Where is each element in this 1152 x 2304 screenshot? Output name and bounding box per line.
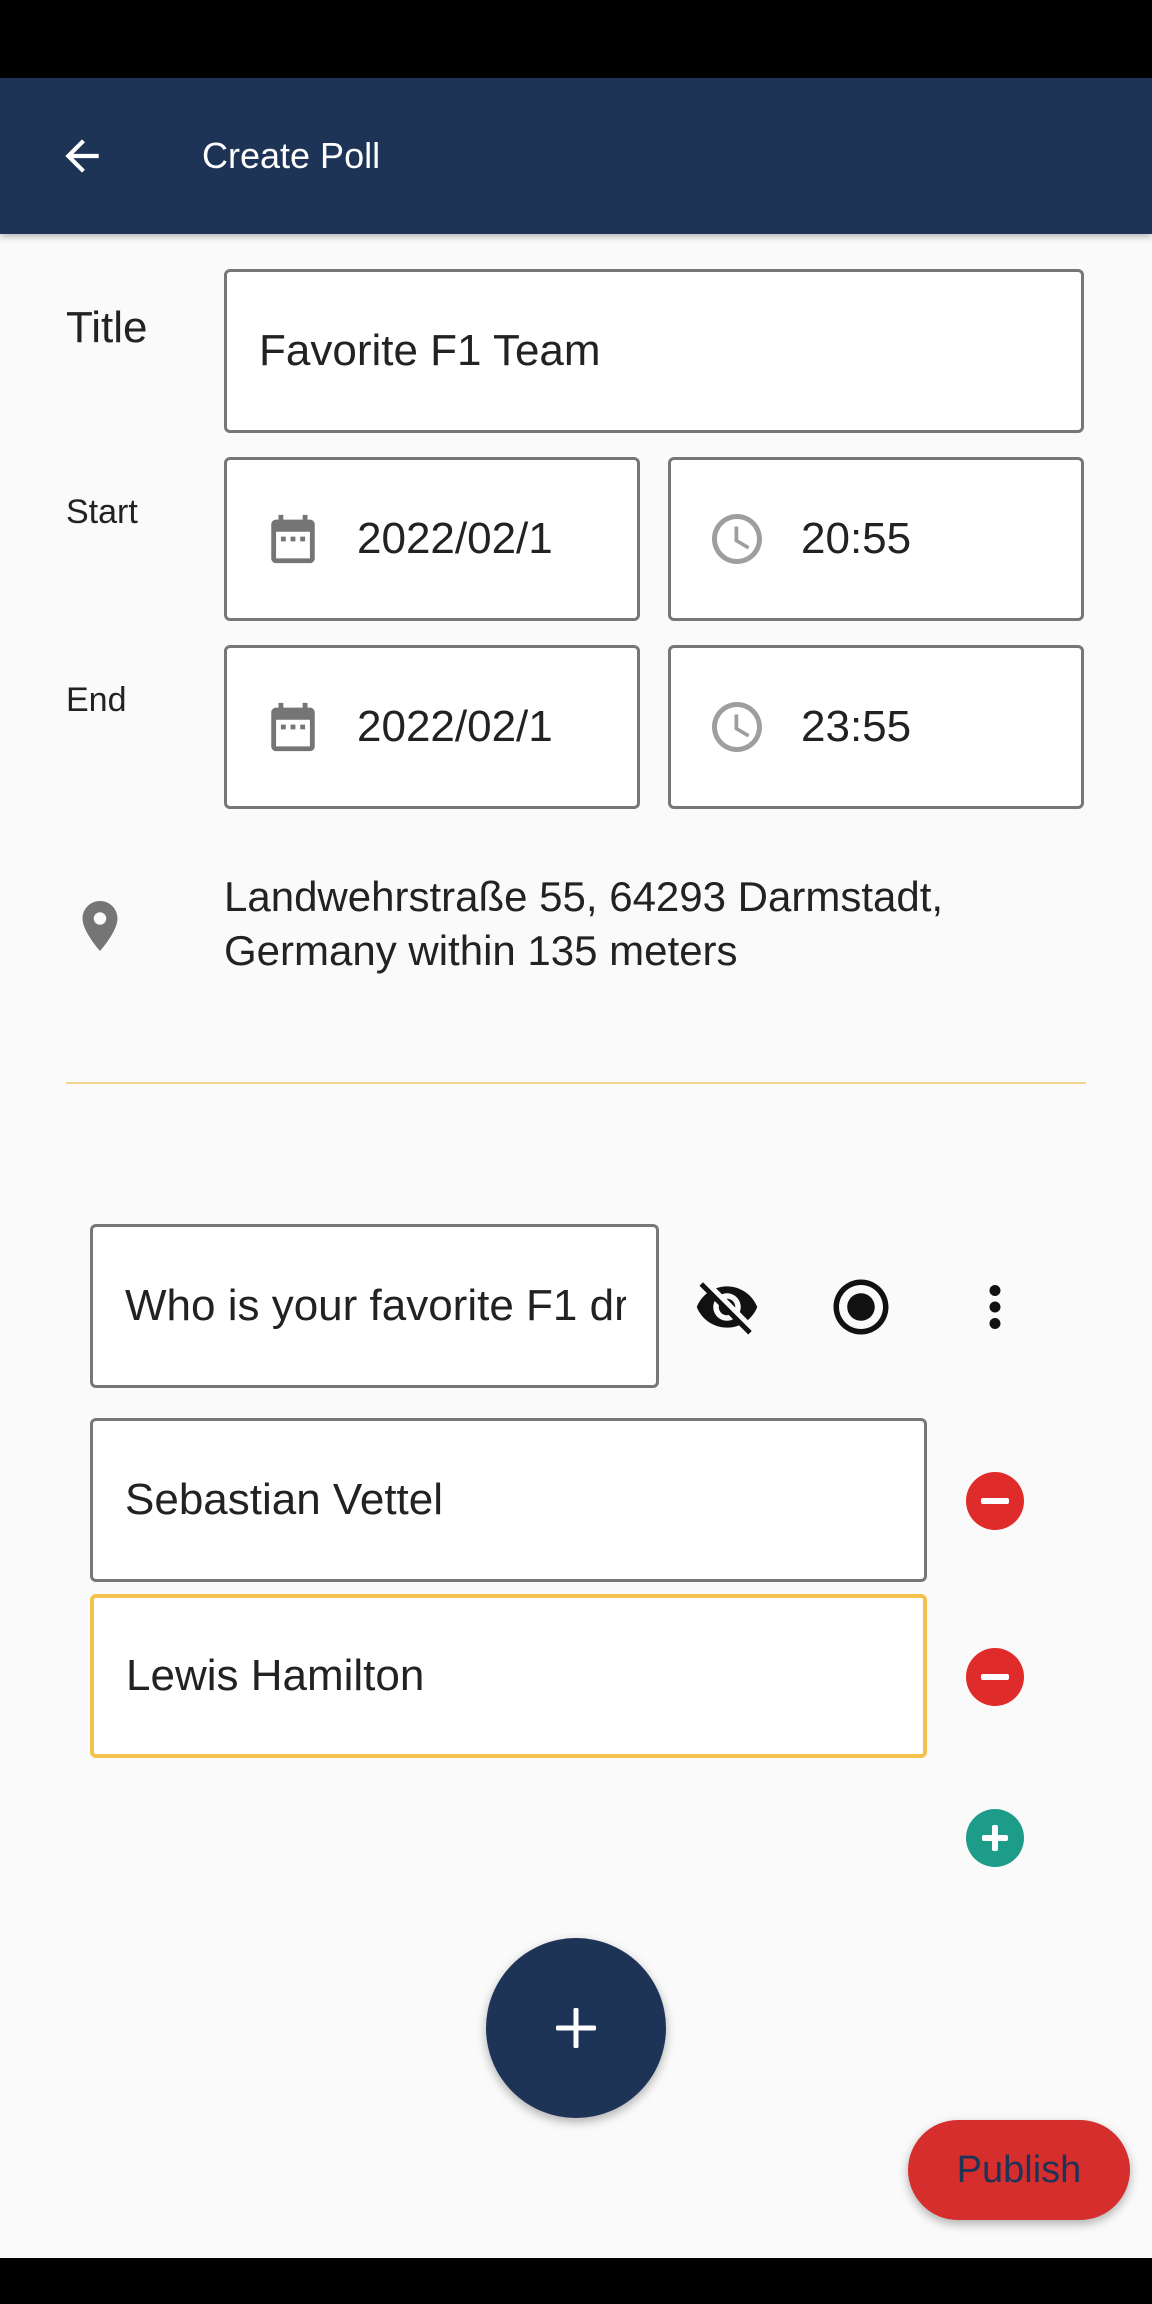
- divider: [66, 1082, 1086, 1084]
- plus-icon: [556, 2008, 596, 2048]
- minus-circle-icon: [981, 1498, 1009, 1504]
- calendar-icon: [263, 697, 323, 757]
- question-type-toggle[interactable]: [826, 1272, 896, 1342]
- option-input-value: Lewis Hamilton: [126, 1651, 425, 1700]
- status-bar: [0, 0, 1152, 78]
- end-time-field[interactable]: 23:55: [668, 645, 1084, 809]
- option-input[interactable]: Sebastian Vettel: [90, 1418, 927, 1582]
- clock-icon: [707, 697, 767, 757]
- question-input[interactable]: Who is your favorite F1 driver?: [90, 1224, 659, 1388]
- question-input-value: Who is your favorite F1 driver?: [125, 1281, 626, 1330]
- add-option-button[interactable]: [966, 1809, 1024, 1867]
- add-question-button[interactable]: [486, 1938, 666, 2118]
- title-label: Title: [66, 303, 148, 352]
- publish-button[interactable]: Publish: [908, 2120, 1130, 2220]
- radio-selected-icon: [833, 1279, 889, 1335]
- start-time-value: 20:55: [801, 514, 912, 563]
- end-label: End: [66, 681, 127, 719]
- start-time-field[interactable]: 20:55: [668, 457, 1084, 621]
- title-input-value: Favorite F1 Team: [259, 326, 601, 375]
- end-date-field[interactable]: 2022/02/1: [224, 645, 640, 809]
- map-pin-icon[interactable]: [70, 896, 130, 956]
- question-menu-button[interactable]: [960, 1272, 1030, 1342]
- back-button[interactable]: [44, 118, 120, 194]
- remove-option-button[interactable]: [966, 1472, 1024, 1530]
- end-date-value: 2022/02/1: [357, 702, 553, 751]
- arrow-left-icon: [65, 139, 99, 173]
- navigation-bar: [0, 2258, 1152, 2304]
- eye-off-icon: [696, 1282, 758, 1335]
- location-text[interactable]: Landwehrstraße 55, 64293 Darmstadt, Germ…: [224, 870, 1104, 978]
- more-vert-icon: [989, 1285, 1001, 1329]
- calendar-icon: [263, 509, 323, 569]
- clock-icon: [707, 509, 767, 569]
- page-title: Create Poll: [202, 135, 381, 176]
- remove-option-button[interactable]: [966, 1648, 1024, 1706]
- option-input-value: Sebastian Vettel: [125, 1475, 444, 1524]
- plus-circle-icon: [982, 1825, 1008, 1851]
- start-date-value: 2022/02/1: [357, 514, 553, 563]
- start-date-field[interactable]: 2022/02/1: [224, 457, 640, 621]
- start-label: Start: [66, 493, 138, 531]
- minus-circle-icon: [981, 1674, 1009, 1680]
- app-bar: Create Poll: [0, 78, 1152, 234]
- end-time-value: 23:55: [801, 702, 912, 751]
- title-input[interactable]: Favorite F1 Team: [224, 269, 1084, 433]
- option-input[interactable]: Lewis Hamilton: [90, 1594, 927, 1758]
- visibility-toggle[interactable]: [692, 1272, 762, 1342]
